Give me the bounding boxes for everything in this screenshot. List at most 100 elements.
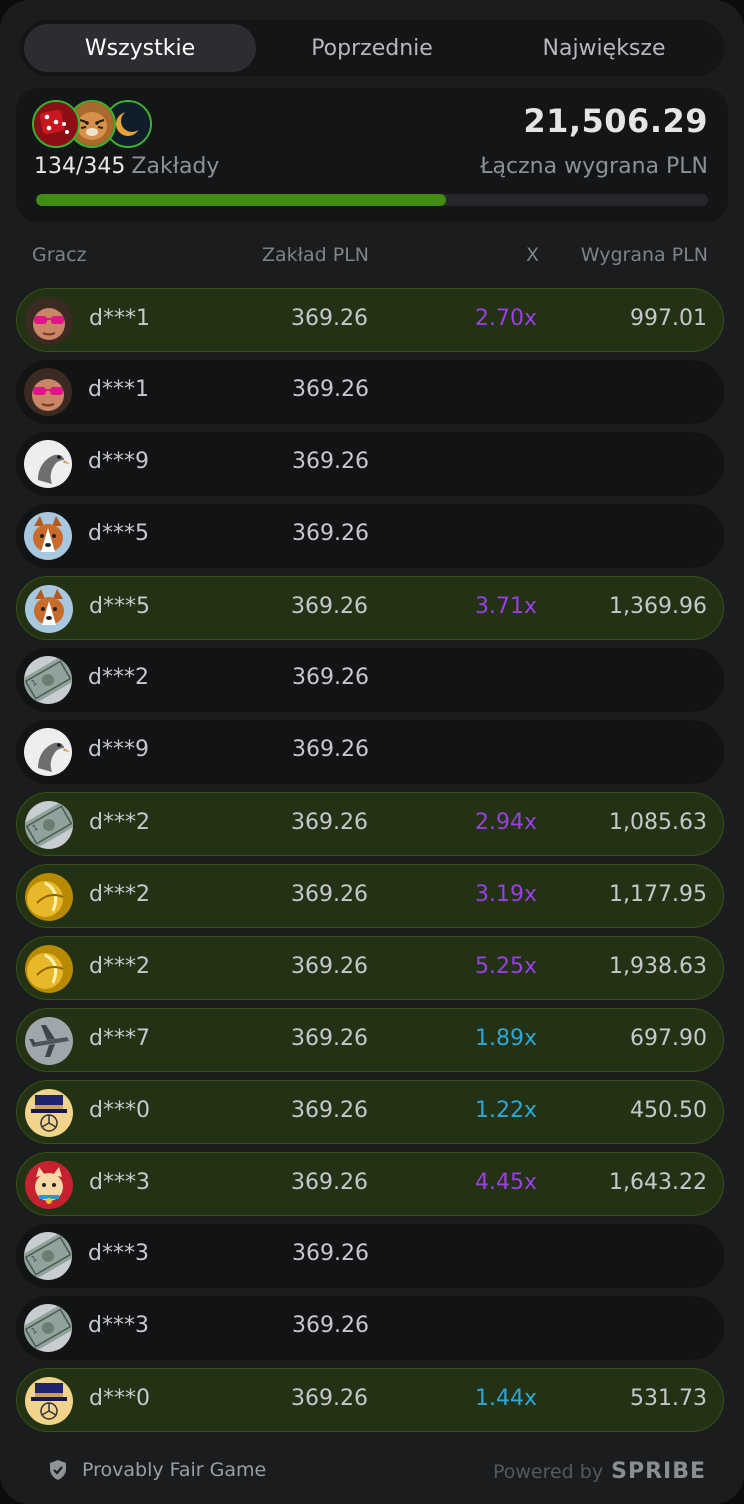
- bet-amount: 369.26: [292, 521, 369, 546]
- bet-row: d***7 369.26 1.89x 697.90: [16, 1008, 724, 1072]
- win-amount: 1,938.63: [609, 954, 707, 979]
- player-name: d***2: [89, 882, 150, 907]
- column-bet: Zakład PLN: [261, 244, 369, 266]
- spribe-logo: SPRIBE: [611, 1459, 706, 1484]
- player-name: d***0: [89, 1386, 150, 1411]
- cashout-multiplier: 5.25x: [474, 954, 537, 979]
- player-name: d***2: [88, 665, 149, 690]
- bet-row: d***5 369.26 3.71x 1,369.96: [16, 576, 724, 640]
- win-amount: 1,369.96: [609, 594, 707, 619]
- win-amount: 450.50: [630, 1098, 707, 1123]
- bets-panel: Wszystkie Poprzednie Największe 134/345 …: [0, 0, 744, 1504]
- tab-all[interactable]: Wszystkie: [24, 24, 256, 72]
- bet-amount: 369.26: [291, 1026, 368, 1051]
- win-amount: 997.01: [630, 306, 707, 331]
- airplane-avatar: [25, 1017, 73, 1065]
- bet-row: 1 d***2 369.26: [16, 648, 724, 712]
- powered-by-text: Powered by: [492, 1461, 604, 1483]
- bet-row: 1 d***2 369.26 2.94x 1,085.63: [16, 792, 724, 856]
- column-multiplier: X: [525, 244, 539, 266]
- bet-row: 1 d***3 369.26: [16, 1224, 724, 1288]
- tab-top[interactable]: Największe: [488, 24, 720, 72]
- bet-amount: 369.26: [291, 810, 368, 835]
- bet-amount: 369.26: [292, 377, 369, 402]
- bet-row: d***9 369.26: [16, 720, 724, 784]
- player-name: d***3: [88, 1313, 149, 1338]
- player-name: d***1: [89, 306, 150, 331]
- bet-amount: 369.26: [291, 954, 368, 979]
- bet-row: d***2 369.26 5.25x 1,938.63: [16, 936, 724, 1000]
- bet-amount: 369.26: [291, 306, 368, 331]
- bet-amount: 369.26: [292, 737, 369, 762]
- bet-amount: 369.26: [291, 1170, 368, 1195]
- cashout-multiplier: 3.71x: [474, 594, 537, 619]
- vulture-avatar: [24, 728, 72, 776]
- cashout-multiplier: 4.45x: [474, 1170, 537, 1195]
- bet-row: d***1 369.26 2.70x 997.01: [16, 288, 724, 352]
- bet-amount: 369.26: [292, 1313, 369, 1338]
- cashout-multiplier: 2.94x: [474, 810, 537, 835]
- bet-amount: 369.26: [291, 594, 368, 619]
- total-win-label: Łączna wygrana PLN: [480, 154, 708, 179]
- hat-avatar: [25, 1089, 73, 1137]
- player-name: d***1: [88, 377, 149, 402]
- bet-row: d***3 369.26 4.45x 1,643.22: [16, 1152, 724, 1216]
- bet-row: d***9 369.26: [16, 432, 724, 496]
- player-name: d***3: [88, 1241, 149, 1266]
- cashout-multiplier: 1.89x: [474, 1026, 537, 1051]
- player-name: d***7: [89, 1026, 150, 1051]
- player-name: d***5: [89, 594, 150, 619]
- top-players-avatars: [32, 100, 162, 148]
- bets-tabs: Wszystkie Poprzednie Największe: [20, 20, 724, 76]
- bets-progress-fill: [36, 194, 446, 206]
- bets-label: Zakłady: [131, 154, 220, 179]
- tab-previous[interactable]: Poprzednie: [256, 24, 488, 72]
- win-amount: 697.90: [630, 1026, 707, 1051]
- dollar-avatar: 1: [24, 1232, 72, 1280]
- bet-row: 1 d***3 369.26: [16, 1296, 724, 1360]
- provably-fair-text: Provably Fair Game: [82, 1459, 267, 1481]
- bet-amount: 369.26: [292, 665, 369, 690]
- dollar-avatar: 1: [25, 801, 73, 849]
- bet-row: d***1 369.26: [16, 360, 724, 424]
- husky-avatar: [24, 512, 72, 560]
- win-amount: 1,643.22: [609, 1170, 707, 1195]
- gold-avatar: [25, 873, 73, 921]
- shield-check-icon: [50, 1460, 66, 1480]
- bet-row: d***0 369.26 1.44x 531.73: [16, 1368, 724, 1432]
- player-name: d***2: [89, 954, 150, 979]
- total-win-value: 21,506.29: [523, 102, 708, 140]
- dollar-avatar: 1: [24, 1304, 72, 1352]
- gold-avatar: [25, 945, 73, 993]
- dollar-avatar: 1: [24, 656, 72, 704]
- bets-count: 134/345: [34, 154, 126, 179]
- bets-summary: 134/345 Zakłady 21,506.29 Łączna wygrana …: [16, 88, 728, 222]
- bet-row: d***2 369.26 3.19x 1,177.95: [16, 864, 724, 928]
- cashout-multiplier: 1.44x: [474, 1386, 537, 1411]
- baby-sunglasses-avatar: [24, 368, 72, 416]
- bet-amount: 369.26: [291, 1386, 368, 1411]
- bet-amount: 369.26: [291, 882, 368, 907]
- dice-avatar: [32, 100, 80, 148]
- player-name: d***9: [88, 737, 149, 762]
- bet-amount: 369.26: [291, 1098, 368, 1123]
- cashout-multiplier: 2.70x: [474, 306, 537, 331]
- column-payout: Wygrana PLN: [580, 244, 708, 266]
- bets-counter: 134/345 Zakłady: [34, 154, 219, 179]
- win-amount: 1,085.63: [609, 810, 707, 835]
- bets-list: d***1 369.26 2.70x 997.01 d***1 369.26 d***9 36…: [16, 288, 724, 1440]
- provably-fair-link[interactable]: Provably Fair Game: [48, 1459, 266, 1481]
- win-amount: 1,177.95: [609, 882, 707, 907]
- player-name: d***0: [89, 1098, 150, 1123]
- hat-avatar: [25, 1377, 73, 1425]
- vulture-avatar: [24, 440, 72, 488]
- lucky-cat-avatar: [25, 1161, 73, 1209]
- player-name: d***9: [88, 449, 149, 474]
- bet-row: d***0 369.26 1.22x 450.50: [16, 1080, 724, 1144]
- player-name: d***5: [88, 521, 149, 546]
- player-name: d***3: [89, 1170, 150, 1195]
- bet-amount: 369.26: [292, 1241, 369, 1266]
- baby-sunglasses-avatar: [25, 297, 73, 345]
- powered-by: Powered by SPRIBE: [493, 1459, 706, 1484]
- bets-progress-bar: [36, 194, 708, 206]
